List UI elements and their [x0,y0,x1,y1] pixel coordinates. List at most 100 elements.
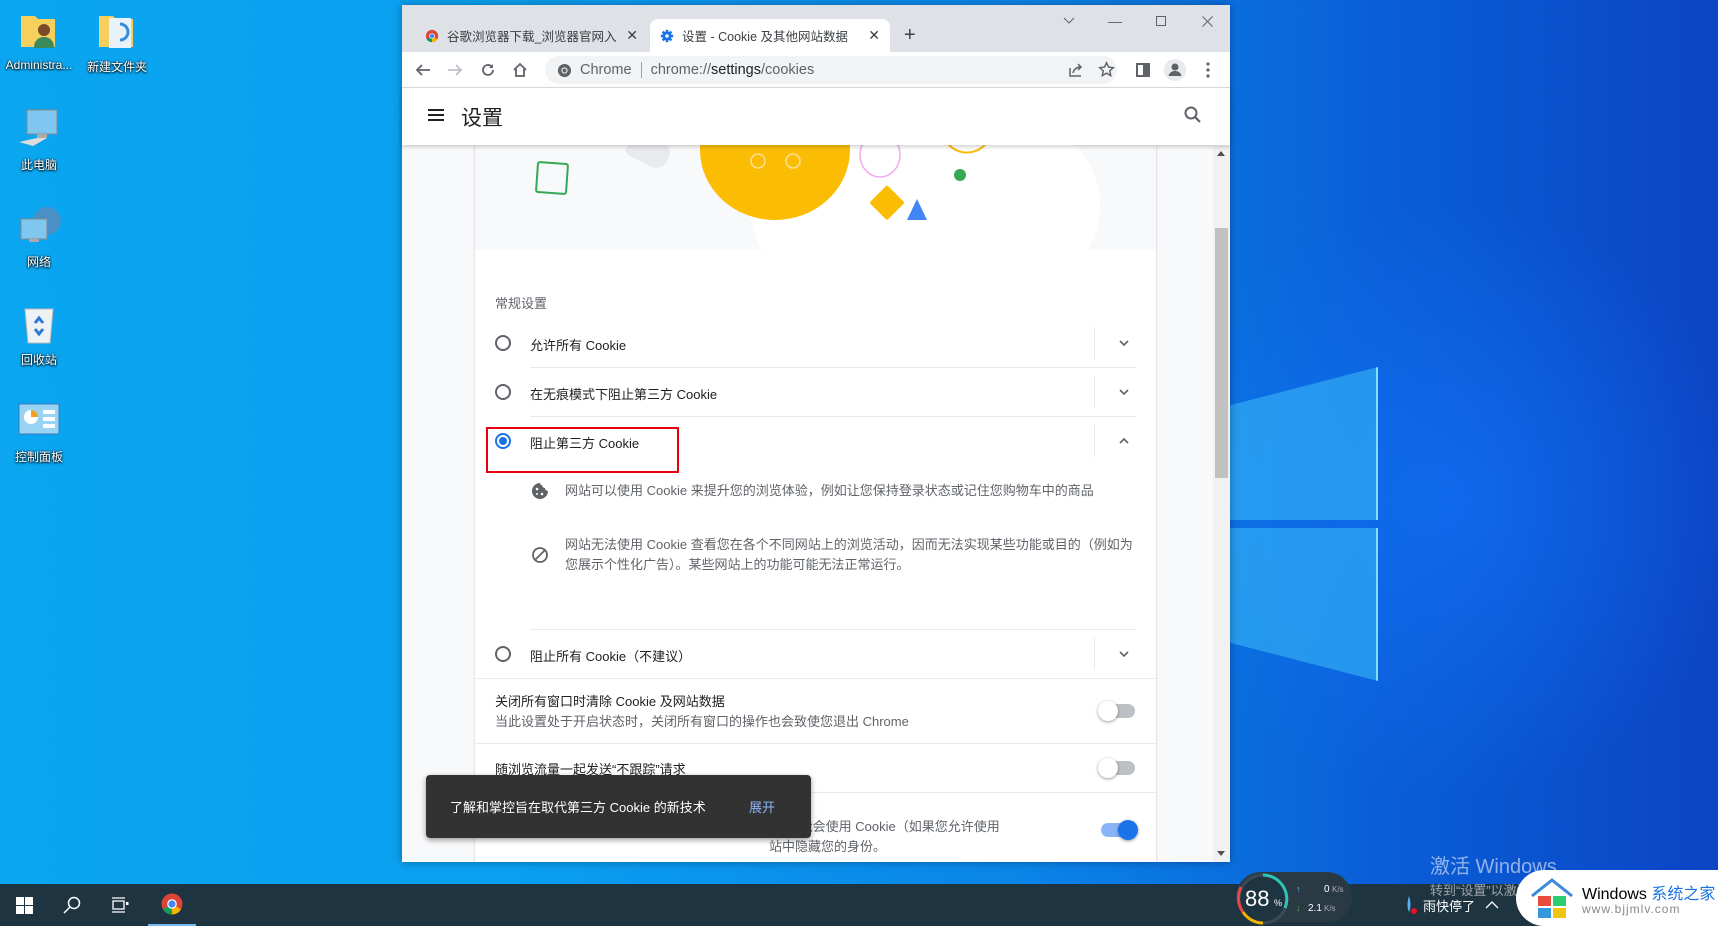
side-panel-button[interactable] [1129,56,1157,84]
desktop-icon-administrator[interactable]: Administra... [0,10,78,72]
computer-icon [17,108,61,152]
tab-strip: 谷歌浏览器下载_浏览器官网入口 ✕ 设置 - Cookie 及其他网站数据 ✕ … [402,5,1230,52]
search-button[interactable] [48,884,96,926]
divider [1094,376,1095,408]
download-arrow-icon: ↓ [1296,903,1301,913]
menu-button[interactable] [1194,56,1222,84]
desktop-icon-this-pc[interactable]: 此电脑 [0,108,78,173]
scroll-down-arrow-icon[interactable] [1217,851,1225,856]
settings-header: 设置 [402,88,1230,145]
chevron-down-icon[interactable] [1115,645,1133,663]
divider [1094,327,1095,359]
third-party-details: 网站可以使用 Cookie 来提升您的浏览体验，例如让您保持登录状态或记住您购物… [475,465,1156,629]
task-view-icon [112,897,129,913]
radio-button[interactable] [495,335,511,351]
chrome-icon [425,29,439,42]
site-info-chip[interactable]: Chrome [557,62,632,78]
block-icon [532,547,548,563]
desktop-icon-network[interactable]: 网络 [0,205,78,270]
radio-button[interactable] [495,384,511,400]
desktop-icon-new-folder[interactable]: 新建文件夹 [78,10,156,75]
section-title: 常规设置 [495,296,548,311]
scroll-up-arrow-icon[interactable] [1217,151,1225,156]
close-window-button[interactable] [1184,5,1230,37]
cookies-card: 常规设置 允许所有 Cookie 在无痕模式下阻止第三方 Cookie 阻止第三… [475,145,1156,862]
plus-icon: + [904,24,916,46]
cookies-illustration [475,145,1156,250]
bookmark-star-icon[interactable] [1098,60,1115,82]
chevron-down-icon[interactable] [1115,334,1133,352]
hamburger-menu-icon[interactable] [426,105,446,125]
tab-settings-cookies[interactable]: 设置 - Cookie 及其他网站数据 ✕ [650,19,890,52]
tab-chrome-download[interactable]: 谷歌浏览器下载_浏览器官网入口 ✕ [415,19,648,52]
chevron-down-icon[interactable] [1115,383,1133,401]
browser-toolbar: Chrome chrome://settings/cookies [402,52,1230,88]
page-scrollbar[interactable] [1213,145,1230,862]
address-bar[interactable]: Chrome chrome://settings/cookies [545,56,1117,84]
profile-button[interactable] [1161,56,1189,84]
cookie-icon [532,483,548,499]
maximize-button[interactable] [1138,5,1184,37]
close-tab-icon[interactable]: ✕ [626,27,638,44]
toast-notification: 了解和掌控旨在取代第三方 Cookie 的新技术 展开 [426,775,811,838]
divider [1094,638,1095,670]
toggle-knob [1118,820,1138,840]
network-icon [17,205,61,249]
new-tab-button[interactable]: + [898,19,928,52]
more-vert-icon [1206,62,1210,78]
home-button[interactable] [506,56,534,84]
control-panel-icon [17,400,61,444]
search-icon[interactable] [1182,104,1204,126]
scrollbar-thumb[interactable] [1215,228,1228,478]
divider [1094,425,1095,457]
umbrella-icon [1407,896,1417,914]
radio-button[interactable] [495,646,511,662]
highlight-annotation-box [486,427,679,473]
avatar-icon [1164,59,1186,81]
arrow-left-icon [415,64,430,76]
reload-button[interactable] [474,56,502,84]
chevron-up-icon[interactable] [1485,900,1499,910]
upload-arrow-icon: ↑ [1296,884,1301,894]
brand-watermark: Windows 系统之家 www.bjjmlv.com [1516,870,1718,926]
home-icon [513,62,527,77]
search-icon [63,896,81,914]
close-tab-icon[interactable]: ✕ [868,27,880,44]
settings-content: 常规设置 允许所有 Cookie 在无痕模式下阻止第三方 Cookie 阻止第三… [402,145,1213,862]
setting-clear-on-exit[interactable]: 关闭所有窗口时清除 Cookie 及网站数据 当此设置处于开启状态时，关闭所有窗… [475,679,1156,743]
windows-logo-icon [15,896,33,914]
url-text: chrome://settings/cookies [650,62,815,78]
minimize-button[interactable]: — [1092,5,1138,37]
back-button[interactable] [409,56,437,84]
arrow-right-icon [448,64,463,76]
omnibox-separator [640,62,642,78]
windows-house-logo-icon [1531,878,1573,918]
cookie-option-allow-all[interactable]: 允许所有 Cookie [475,319,1156,367]
network-speed-widget[interactable]: 88 % ↑ 0 K/s ↓ 2.1 K/s [1236,872,1352,925]
user-folder-icon [17,10,61,54]
expand-button[interactable]: 展开 [749,797,775,816]
tab-search-button[interactable] [1046,5,1092,37]
cookie-option-block-incognito[interactable]: 在无痕模式下阻止第三方 Cookie [475,368,1156,416]
maximize-icon [1156,16,1166,26]
task-view-button[interactable] [96,884,144,926]
taskbar-chrome-button[interactable] [148,884,196,926]
desktop-icon-recycle-bin[interactable]: 回收站 [0,303,78,368]
forward-button[interactable] [441,56,469,84]
chevron-up-icon[interactable] [1115,432,1133,450]
start-button[interactable] [0,884,48,926]
desktop-icon-control-panel[interactable]: 控制面板 [0,400,78,465]
share-icon[interactable] [1068,62,1084,82]
chrome-icon [161,893,183,915]
chevron-down-icon [1063,17,1075,24]
gear-icon [660,29,674,42]
preload-toggle[interactable] [1101,820,1138,840]
minimize-icon: — [1108,13,1122,29]
page-title: 设置 [461,107,503,130]
clear-on-exit-toggle[interactable] [1098,701,1135,721]
folder-icon [95,10,139,54]
close-icon [1201,15,1213,27]
do-not-track-toggle[interactable] [1098,758,1135,778]
cookie-option-block-all[interactable]: 阻止所有 Cookie（不建议） [475,630,1156,678]
recycle-bin-icon [17,303,61,347]
